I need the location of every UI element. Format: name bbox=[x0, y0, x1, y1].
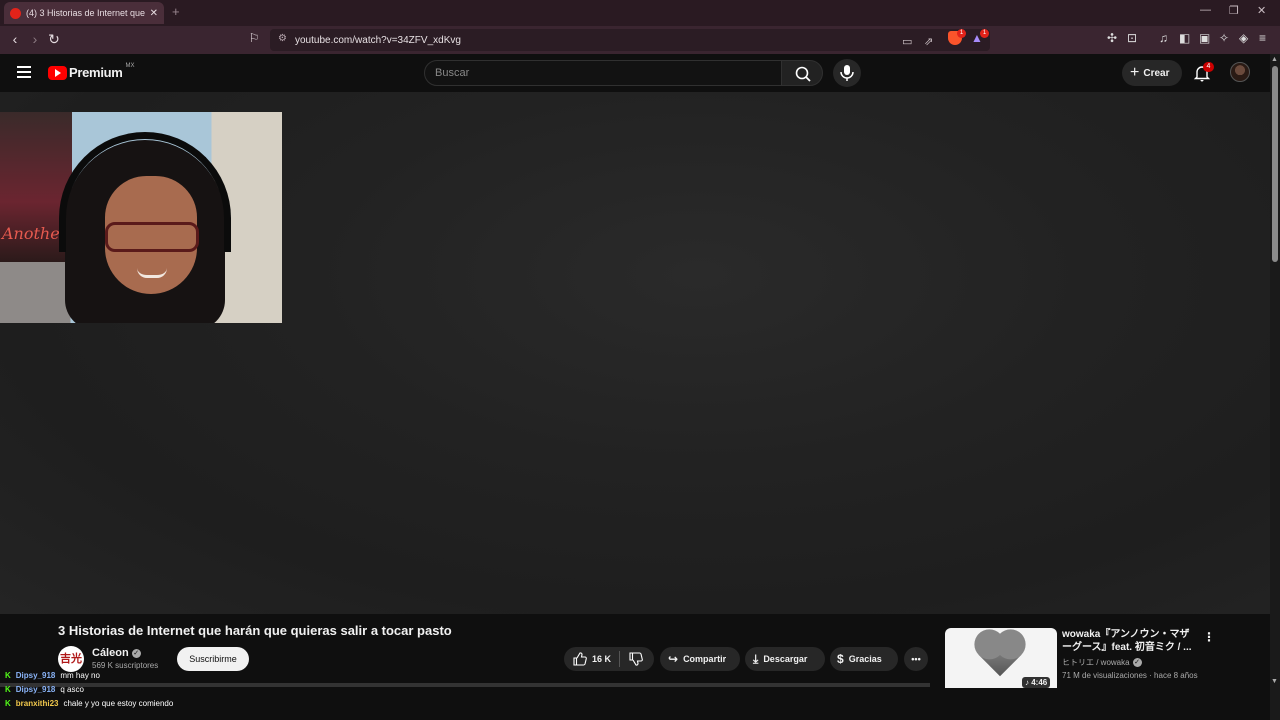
youtube-premium-logo[interactable]: Premium MX bbox=[48, 62, 135, 80]
rewards-badge: 1 bbox=[980, 29, 989, 38]
recommended-meta: 71 M de visualizaciones · hace 8 años bbox=[1062, 671, 1198, 680]
tab-search-icon[interactable]: ⊡ bbox=[1127, 31, 1137, 45]
close-window-icon[interactable]: ✕ bbox=[1257, 4, 1266, 17]
scroll-down-icon[interactable]: ▼ bbox=[1271, 678, 1278, 685]
video-title: 3 Historias de Internet que harán que qu… bbox=[58, 623, 452, 638]
kick-icon: K bbox=[5, 670, 11, 680]
recommended-channel[interactable]: ヒトリエ / wowaka ✓ bbox=[1062, 657, 1142, 668]
webcam-overlay: Another bbox=[0, 112, 282, 323]
vpn-icon[interactable]: ◈ bbox=[1239, 31, 1248, 45]
microphone-icon bbox=[840, 65, 854, 81]
back-icon[interactable]: ‹ bbox=[6, 31, 24, 47]
chat-username: Dipsy_918 bbox=[15, 670, 56, 680]
leo-ai-icon[interactable]: ✧ bbox=[1219, 31, 1229, 45]
menu-icon[interactable]: ≡ bbox=[1259, 31, 1266, 45]
chat-text: chale y yo que estoy comiendo bbox=[63, 698, 174, 708]
scroll-up-icon[interactable]: ▲ bbox=[1271, 56, 1278, 63]
channel-name-text: Cáleon bbox=[92, 647, 129, 659]
thanks-label: Gracias bbox=[848, 654, 882, 664]
new-tab-icon[interactable]: + bbox=[172, 4, 180, 19]
verified-icon: ✓ bbox=[131, 649, 141, 658]
search-icon bbox=[795, 66, 811, 82]
create-button[interactable]: + Crear bbox=[1122, 60, 1182, 86]
logo-region: MX bbox=[125, 62, 135, 69]
dislike-button[interactable] bbox=[628, 651, 644, 667]
poster-text: Another bbox=[2, 224, 68, 243]
youtube-header: Premium MX Buscar + Crear 4 bbox=[0, 54, 1280, 92]
kick-icon: K bbox=[5, 698, 11, 708]
share-button[interactable]: ↪ Compartir bbox=[660, 647, 740, 671]
reload-icon[interactable]: ↻ bbox=[45, 31, 63, 48]
close-tab-icon[interactable]: ✕ bbox=[150, 8, 158, 19]
more-horizontal-icon: ••• bbox=[911, 654, 921, 664]
video-player[interactable]: Another bbox=[0, 92, 1270, 614]
more-actions-button[interactable]: ••• bbox=[904, 647, 928, 671]
notification-count-badge: 4 bbox=[1203, 62, 1214, 72]
video-duration: ♪ 4:46 bbox=[1022, 677, 1051, 688]
chat-text: mm hay no bbox=[60, 670, 100, 680]
download-label: Descargar bbox=[763, 654, 808, 664]
guide-menu-icon[interactable] bbox=[17, 66, 31, 78]
like-dislike-group: 16 K bbox=[564, 647, 654, 671]
kick-icon: K bbox=[5, 684, 11, 694]
chat-username: Dipsy_918 bbox=[15, 684, 56, 694]
wallet-icon[interactable]: ▣ bbox=[1199, 31, 1210, 45]
like-button[interactable]: 16 K bbox=[572, 651, 611, 667]
download-icon: ⤓ bbox=[753, 651, 759, 666]
restore-icon[interactable]: ❐ bbox=[1229, 4, 1239, 17]
chat-username: branxithi23 bbox=[15, 698, 59, 708]
url-text: youtube.com/watch?v=34ZFV_xdKvg bbox=[295, 34, 461, 46]
shields-badge: 1 bbox=[957, 29, 966, 38]
headset-icon bbox=[59, 132, 231, 252]
heart-icon bbox=[978, 633, 1022, 677]
logo-text: Premium bbox=[69, 65, 123, 80]
cast-icon[interactable]: ▭ bbox=[902, 35, 912, 48]
forward-icon[interactable]: › bbox=[26, 31, 44, 47]
more-options-icon[interactable]: ⋮ bbox=[1203, 630, 1215, 644]
super-thanks-icon: $ bbox=[837, 652, 844, 666]
chat-message: K branxithi23 chale y yo que estoy comie… bbox=[0, 696, 300, 710]
thumbs-up-icon bbox=[573, 652, 587, 666]
chat-message: K Dipsy_918 q asco bbox=[0, 682, 300, 696]
extensions-icon[interactable]: ✣ bbox=[1107, 31, 1117, 45]
share-label: Compartir bbox=[683, 654, 727, 664]
chat-text: q asco bbox=[60, 684, 84, 694]
youtube-play-icon bbox=[48, 65, 67, 80]
download-button[interactable]: ⤓ Descargar bbox=[745, 647, 825, 671]
duration-text: 4:46 bbox=[1031, 678, 1048, 687]
share-icon: ↪ bbox=[668, 652, 679, 666]
streamer-figure bbox=[59, 132, 231, 323]
sidebar-icon[interactable]: ◧ bbox=[1179, 31, 1190, 45]
thanks-button[interactable]: $ Gracias bbox=[830, 647, 898, 671]
scrollbar-thumb[interactable] bbox=[1272, 66, 1278, 262]
search-button[interactable] bbox=[781, 60, 823, 86]
address-bar[interactable]: ⚙ youtube.com/watch?v=34ZFV_xdKvg ▭ ⇗ bbox=[270, 29, 990, 51]
tab-strip: (4) 3 Historias de Internet que ha ✕ + —… bbox=[0, 0, 1280, 26]
tab-title: (4) 3 Historias de Internet que ha bbox=[26, 8, 146, 18]
channel-name[interactable]: Cáleon ✓ bbox=[92, 647, 141, 659]
browser-toolbar: ‹ › ↻ ⚐ ⚙ youtube.com/watch?v=34ZFV_xdKv… bbox=[0, 26, 1280, 54]
browser-tab[interactable]: (4) 3 Historias de Internet que ha ✕ bbox=[4, 2, 164, 24]
chat-message: K Dipsy_918 mm hay no bbox=[0, 668, 300, 682]
verified-icon: ✓ bbox=[1132, 658, 1142, 667]
create-label: Crear bbox=[1143, 67, 1170, 79]
site-info-icon[interactable]: ⚙ bbox=[278, 33, 287, 44]
account-avatar[interactable] bbox=[1230, 62, 1250, 82]
voice-search-button[interactable] bbox=[833, 59, 861, 87]
media-icon[interactable]: ♫ bbox=[1159, 31, 1168, 45]
recommended-channel-text: ヒトリエ / wowaka bbox=[1062, 658, 1130, 667]
recommended-title[interactable]: wowaka『アンノウン・マザーグース』feat. 初音ミク / ... bbox=[1062, 628, 1197, 654]
like-count: 16 K bbox=[592, 654, 612, 664]
youtube-favicon-icon bbox=[10, 7, 21, 19]
bookmark-icon[interactable]: ⚐ bbox=[245, 31, 263, 45]
share-page-icon[interactable]: ⇗ bbox=[924, 35, 933, 48]
search-input[interactable]: Buscar bbox=[424, 60, 782, 86]
minimize-icon[interactable]: — bbox=[1200, 4, 1211, 16]
plus-icon: + bbox=[1130, 64, 1140, 81]
chat-overlay: K Dipsy_918 mm hay no K Dipsy_918 q asco… bbox=[0, 668, 300, 710]
